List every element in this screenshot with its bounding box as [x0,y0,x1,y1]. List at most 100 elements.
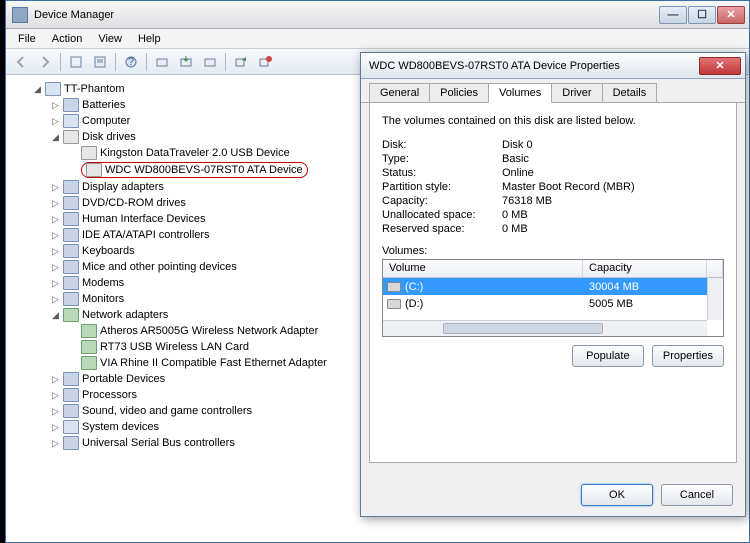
label-unallocated: Unallocated space: [382,209,502,221]
col-capacity[interactable]: Capacity [583,260,707,277]
horizontal-scrollbar[interactable] [383,320,707,336]
tab-policies[interactable]: Policies [429,83,489,102]
expand-icon[interactable]: ▷ [50,406,61,417]
menu-view[interactable]: View [90,31,130,47]
table-row[interactable]: (C:) 30004 MB [383,278,723,295]
value-unallocated: 0 MB [502,209,724,221]
value-capacity: 76318 MB [502,195,724,207]
menu-file[interactable]: File [10,31,44,47]
value-type: Basic [502,153,724,165]
tab-volumes[interactable]: Volumes [488,83,552,103]
label-status: Status: [382,167,502,179]
col-scroll-spacer [707,260,723,277]
populate-button[interactable]: Populate [572,345,644,367]
expand-icon[interactable]: ▷ [50,198,61,209]
tabstrip: General Policies Volumes Driver Details [361,79,745,103]
dialog-titlebar[interactable]: WDC WD800BEVS-07RST0 ATA Device Properti… [361,53,745,79]
expand-icon[interactable]: ▷ [50,374,61,385]
properties-button[interactable] [89,52,111,72]
disable-button[interactable] [254,52,276,72]
menu-action[interactable]: Action [44,31,91,47]
computer-icon [63,114,79,128]
label-volumes: Volumes: [382,245,724,257]
cell-volume: (C:) [405,281,423,293]
expand-icon[interactable]: ▷ [50,278,61,289]
label-type: Type: [382,153,502,165]
expand-icon[interactable]: ▷ [50,100,61,111]
value-status: Online [502,167,724,179]
cancel-button[interactable]: Cancel [661,484,733,506]
vertical-scrollbar[interactable] [707,278,723,320]
mouse-icon [63,260,79,274]
menu-help[interactable]: Help [130,31,169,47]
usb-icon [63,436,79,450]
value-disk: Disk 0 [502,139,724,151]
maximize-button[interactable]: ☐ [688,6,716,24]
scan-hardware-button[interactable] [151,52,173,72]
network-icon [63,308,79,322]
collapse-icon[interactable]: ◢ [32,84,43,95]
properties-button[interactable]: Properties [652,345,724,367]
ok-button[interactable]: OK [581,484,653,506]
table-header: Volume Capacity [383,260,723,278]
dialog-close-button[interactable]: ✕ [699,57,741,75]
monitor-icon [63,292,79,306]
expand-icon[interactable]: ▷ [50,182,61,193]
drive-icon [81,146,97,160]
adapter-icon [81,324,97,338]
tab-driver[interactable]: Driver [551,83,602,102]
computer-icon [45,82,61,96]
modem-icon [63,276,79,290]
menubar: File Action View Help [6,29,749,49]
value-reserved: 0 MB [502,223,724,235]
cell-volume: (D:) [405,298,423,310]
table-row[interactable]: (D:) 5005 MB [383,295,723,312]
window-title: Device Manager [32,9,659,21]
expand-icon[interactable]: ▷ [50,422,61,433]
back-button[interactable] [10,52,32,72]
volumes-pane: The volumes contained on this disk are l… [369,103,737,463]
app-icon [12,7,28,23]
drive-icon [86,163,102,177]
volumes-table[interactable]: Volume Capacity (C:) 30004 MB (D:) 5005 … [382,259,724,337]
pane-description: The volumes contained on this disk are l… [382,115,724,127]
expand-icon[interactable]: ▷ [50,390,61,401]
uninstall-button[interactable] [199,52,221,72]
keyboard-icon [63,244,79,258]
dialog-title: WDC WD800BEVS-07RST0 ATA Device Properti… [365,60,699,72]
tab-details[interactable]: Details [602,83,658,102]
scrollbar-thumb[interactable] [443,323,603,334]
collapse-icon[interactable]: ◢ [50,132,61,143]
cell-capacity: 30004 MB [583,281,707,293]
portable-icon [63,372,79,386]
svg-text:?: ? [128,56,134,68]
adapter-icon [81,340,97,354]
forward-button[interactable] [34,52,56,72]
show-hide-tree-button[interactable] [65,52,87,72]
label-reserved: Reserved space: [382,223,502,235]
properties-dialog: WDC WD800BEVS-07RST0 ATA Device Properti… [360,52,746,517]
drive-icon [387,299,401,309]
dvd-icon [63,196,79,210]
value-partition-style: Master Boot Record (MBR) [502,181,724,193]
cpu-icon [63,388,79,402]
expand-icon[interactable]: ▷ [50,116,61,127]
expand-icon[interactable]: ▷ [50,438,61,449]
expand-icon[interactable]: ▷ [50,230,61,241]
expand-icon[interactable]: ▷ [50,246,61,257]
update-driver-button[interactable] [175,52,197,72]
disk-icon [63,130,79,144]
label-disk: Disk: [382,139,502,151]
expand-icon[interactable]: ▷ [50,262,61,273]
enable-button[interactable] [230,52,252,72]
tab-general[interactable]: General [369,83,430,102]
help-button[interactable]: ? [120,52,142,72]
expand-icon[interactable]: ▷ [50,294,61,305]
minimize-button[interactable]: — [659,6,687,24]
collapse-icon[interactable]: ◢ [50,310,61,321]
col-volume[interactable]: Volume [383,260,583,277]
expand-icon[interactable]: ▷ [50,214,61,225]
titlebar[interactable]: Device Manager — ☐ ✕ [6,1,749,29]
adapter-icon [81,356,97,370]
close-button[interactable]: ✕ [717,6,745,24]
